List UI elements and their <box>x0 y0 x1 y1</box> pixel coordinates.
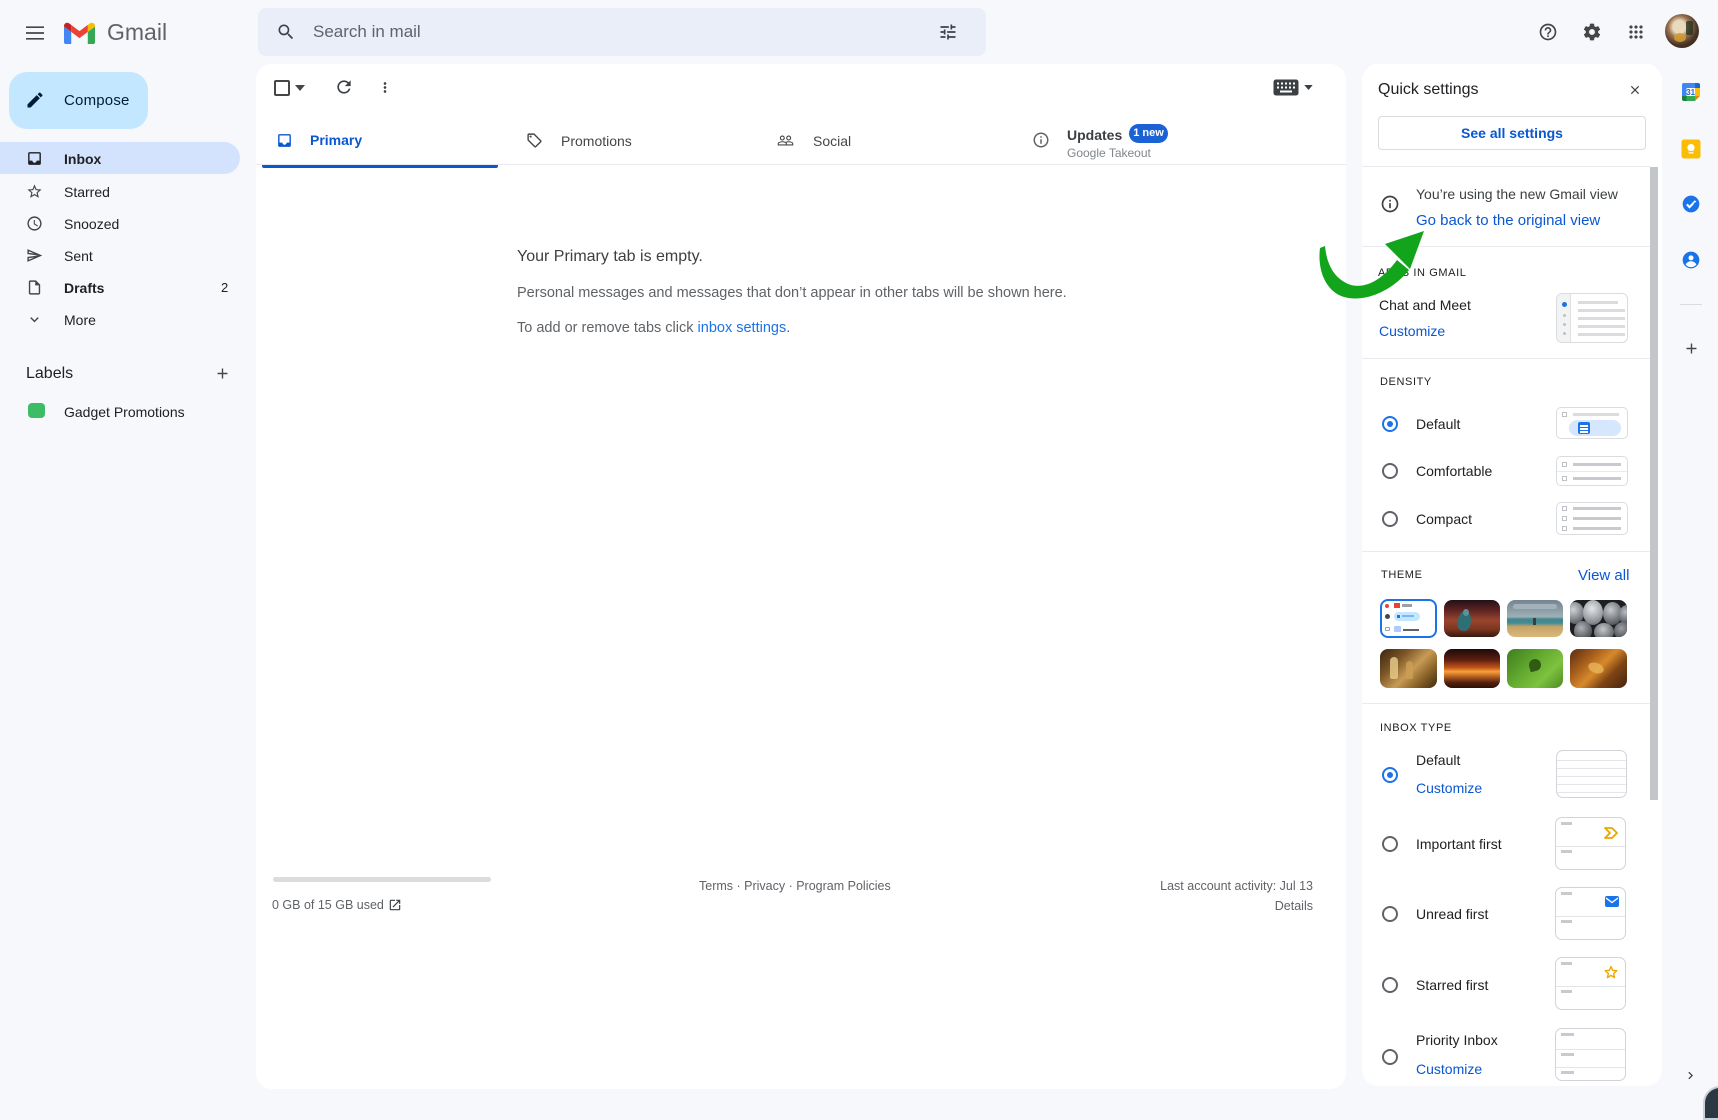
svg-text:31: 31 <box>1686 88 1695 97</box>
